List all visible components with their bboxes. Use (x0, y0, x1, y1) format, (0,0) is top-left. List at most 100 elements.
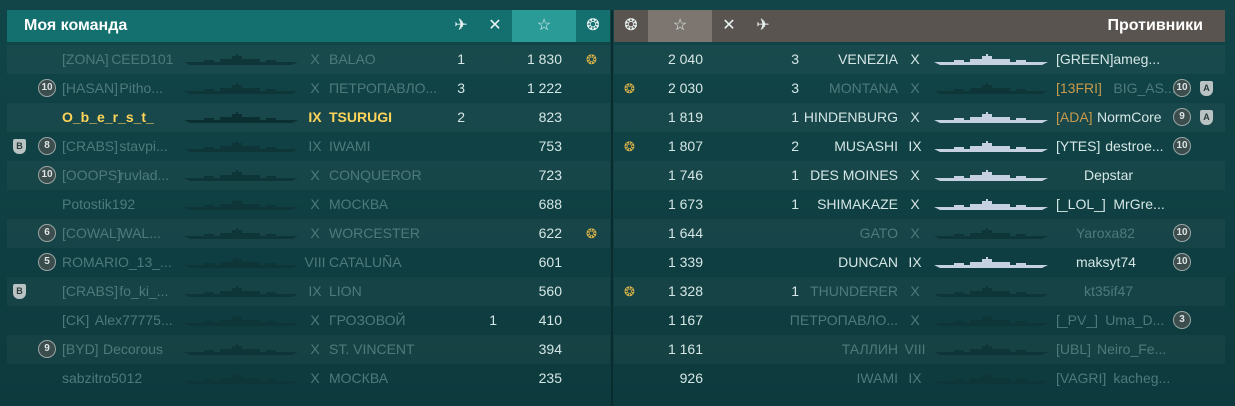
enemy-row[interactable]: 1 819 1 HINDENBURG X [ADA] NormCore 9 A (614, 103, 1225, 132)
player-name: Yaroxa82 (1076, 225, 1135, 241)
player-row[interactable]: B 8 [CRABS] stavpi... IX IWAMI 753 (7, 132, 610, 161)
ships-destroyed (479, 45, 497, 74)
player-row[interactable]: 10 [HASAN] Pitho... X ПЕТРОПАВЛО... 3 1 222 (7, 74, 610, 103)
ship-silhouette-icon (932, 315, 1050, 327)
enemy-row[interactable]: ❂ 2 030 3 MONTANA X [13FRI] BIG_AS... 10 A (614, 74, 1225, 103)
clan-tag: [VAGRI] (1056, 370, 1107, 386)
ship-silhouette-icon (182, 54, 300, 66)
base-xp: 235 (538, 370, 562, 386)
plane-kills (447, 306, 465, 335)
player-name: WAL... (119, 225, 161, 241)
clan-tag: [ZONA] (62, 51, 109, 67)
ship-silhouette-icon (182, 199, 300, 211)
player-name: destroe... (1105, 138, 1164, 154)
enemy-ships-destroyed-column[interactable]: ✕ (712, 10, 746, 42)
level-badge: 8 (38, 137, 56, 155)
player-name: BIG_AS... (1113, 80, 1176, 96)
clan-tag: [GREEN] (1056, 51, 1114, 67)
player-name: kt35if47 (1084, 283, 1134, 299)
player-row[interactable]: [ZONA] CEED101 X BALAO 1 1 830 ❂ (7, 45, 610, 74)
base-xp: 723 (538, 167, 562, 183)
ship-tier: X (310, 51, 320, 67)
ship-tier: X (910, 51, 920, 67)
enemy-medal-column[interactable]: ❂ (614, 10, 648, 42)
ship-name: ПЕТРОПАВЛО... (329, 80, 438, 96)
enemy-row[interactable]: 1 339 DUNCAN IX maksyt74 10 (614, 248, 1225, 277)
plane-kills (447, 277, 465, 306)
enemy-base-xp-column[interactable]: ☆ (648, 10, 712, 42)
ship-name: DES MOINES (810, 167, 898, 183)
clan-tag: [OOOPS] (62, 167, 122, 183)
ships-destroyed (479, 74, 497, 103)
player-row[interactable]: sabzitro5012 X МОСКВА 235 (7, 364, 610, 393)
player-row[interactable]: [CK] Alex77775... X ГРОЗОВОЙ 1 410 (7, 306, 610, 335)
ship-tier: X (910, 225, 920, 241)
player-name: Depstar (1084, 167, 1134, 183)
player-row[interactable]: 5 ROMARIO_13_... VIII CATALUÑA 601 (7, 248, 610, 277)
player-row[interactable]: 6 [COWAL] WAL... X WORCESTER 622 ❂ (7, 219, 610, 248)
player-name: ruvlad... (119, 167, 170, 183)
ships-destroyed (479, 335, 497, 364)
ship-silhouette-icon (182, 141, 300, 153)
player-name: maksyt74 (1076, 254, 1136, 270)
medal-wreath-icon: ❂ (624, 284, 635, 299)
player-row[interactable]: B [CRABS] fo_ki_... IX LION 560 (7, 277, 610, 306)
player-name: fo_ki_... (119, 283, 169, 299)
player-row[interactable]: 10 [OOOPS] ruvlad... X CONQUEROR 723 (7, 161, 610, 190)
base-xp: 1 328 (667, 283, 703, 299)
enemy-row[interactable]: 926 IWAMI IX [VAGRI] kacheg... (614, 364, 1225, 393)
enemy-row[interactable]: ❂ 1 807 2 MUSASHI IX [YTES] destroe... 10 (614, 132, 1225, 161)
level-badge: 10 (38, 79, 56, 97)
ships-destroyed: 1 (489, 312, 497, 328)
ship-name: ТАЛЛИН (841, 341, 898, 357)
plane-kills (447, 161, 465, 190)
ship-name: TSURUGI (329, 109, 392, 125)
player-name: MrGre... (1113, 196, 1165, 212)
level-badge: 10 (1173, 137, 1191, 155)
rank-badge: A (1200, 81, 1213, 96)
level-badge: 9 (38, 340, 56, 358)
player-name: Decorous (103, 341, 163, 357)
medal-wreath-icon: ❂ (624, 17, 638, 34)
player-row[interactable]: O_b_e_r_s_t_ IX TSURUGI 2 823 (7, 103, 610, 132)
enemy-plane-kills-column[interactable]: ✈ (746, 10, 780, 42)
ship-tier: IX (908, 254, 922, 270)
enemy-team-list: 2 040 3 VENEZIA X [GREEN] ameg... ❂ 2 030 3 MONTA… (614, 45, 1225, 393)
ship-name: HINDENBURG (803, 109, 898, 125)
ship-silhouette-icon (932, 112, 1050, 124)
ship-tier: X (910, 312, 920, 328)
enemy-row[interactable]: 1 644 GATO X Yaroxa82 10 (614, 219, 1225, 248)
plane-kills-column[interactable]: ✈ (444, 10, 478, 42)
enemy-row[interactable]: 1 746 1 DES MOINES X Depstar (614, 161, 1225, 190)
enemy-row[interactable]: 1 673 1 SHIMAKAZE X [_LOL_] MrGre... (614, 190, 1225, 219)
plane-kills (447, 219, 465, 248)
medal-column[interactable]: ❂ (576, 10, 610, 42)
ship-tier: X (310, 80, 320, 96)
rank-badge: B (13, 139, 26, 154)
clan-tag: [YTES] (1056, 138, 1101, 154)
medal-wreath-icon: ❂ (586, 226, 597, 241)
ships-destroyed (479, 103, 497, 132)
ship-silhouette-icon (932, 373, 1050, 385)
base-xp: 1 819 (667, 109, 703, 125)
base-xp-column[interactable]: ☆ (512, 10, 576, 42)
ship-name: ПЕТРОПАВЛО... (789, 312, 898, 328)
enemy-row[interactable]: 1 167 ПЕТРОПАВЛО... X [_PV_] Uma_D... 3 (614, 306, 1225, 335)
player-row[interactable]: Potostik192 X МОСКВА 688 (7, 190, 610, 219)
player-row[interactable]: 9 [BYD] Decorous X ST. VINCENT 394 (7, 335, 610, 364)
ship-name: MUSASHI (834, 138, 898, 154)
enemy-row[interactable]: 1 161 ТАЛЛИН VIII [UBL] Neiro_Fe... (614, 335, 1225, 364)
enemy-row[interactable]: 2 040 3 VENEZIA X [GREEN] ameg... (614, 45, 1225, 74)
ship-name: МОСКВА (329, 370, 389, 386)
enemy-row[interactable]: ❂ 1 328 1 THUNDERER Xkt35if47 (614, 277, 1225, 306)
ship-name: GATO (859, 225, 898, 241)
my-team-list: [ZONA] CEED101 X BALAO 1 1 830 ❂ 10 [HASAN] Pitho… (7, 45, 610, 393)
ship-silhouette-icon (932, 83, 1050, 95)
plane-kills: 3 (457, 80, 465, 96)
ships-destroyed-column[interactable]: ✕ (478, 10, 512, 42)
clan-tag: [CRABS] (62, 138, 119, 154)
base-xp: 1 746 (667, 167, 703, 183)
clan-tag: [BYD] (62, 341, 99, 357)
ship-silhouette-icon (932, 257, 1050, 269)
ship-silhouette-icon (182, 83, 300, 95)
